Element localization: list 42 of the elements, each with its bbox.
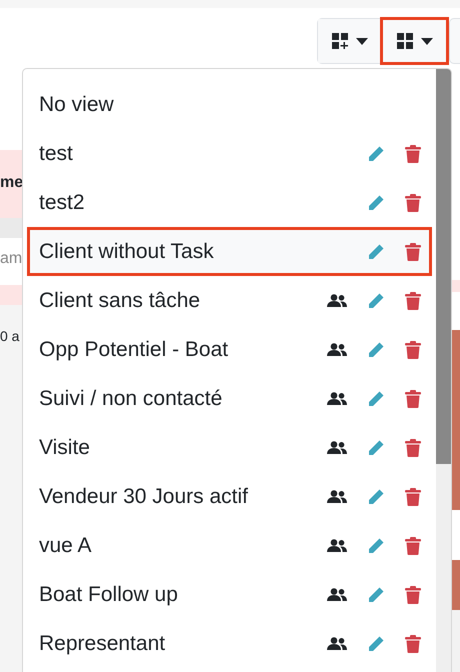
pencil-icon[interactable]	[367, 634, 385, 652]
pencil-icon[interactable]	[367, 390, 385, 408]
pencil-icon[interactable]	[367, 194, 385, 212]
trash-icon[interactable]	[405, 144, 421, 162]
pencil-icon[interactable]	[367, 536, 385, 554]
trash-icon[interactable]	[405, 488, 421, 506]
menu-item[interactable]: No view	[27, 80, 432, 129]
trash-icon[interactable]	[405, 390, 421, 408]
menu-item[interactable]: test	[27, 129, 432, 178]
caret-icon	[356, 38, 368, 44]
grid-icon	[397, 33, 413, 49]
pencil-icon[interactable]	[367, 144, 385, 162]
menu-item[interactable]: Visite	[27, 423, 432, 472]
pencil-icon[interactable]	[367, 488, 385, 506]
table-cell: am	[0, 250, 22, 268]
caret-icon	[421, 38, 433, 44]
trash-icon[interactable]	[405, 242, 421, 260]
pencil-icon[interactable]	[367, 242, 385, 260]
pencil-icon[interactable]	[367, 340, 385, 358]
trash-icon[interactable]	[405, 586, 421, 604]
scrollbar-thumb[interactable]	[436, 69, 451, 464]
menu-item[interactable]: test2	[27, 178, 432, 227]
trash-icon[interactable]	[405, 292, 421, 310]
trash-icon[interactable]	[405, 194, 421, 212]
menu-item[interactable]: Opp Potentiel - Boat	[27, 325, 432, 374]
pencil-icon[interactable]	[367, 438, 385, 456]
trash-icon[interactable]	[405, 438, 421, 456]
pencil-icon[interactable]	[367, 586, 385, 604]
view-dropdown-button[interactable]	[382, 19, 447, 63]
menu-item[interactable]: vue A	[27, 521, 432, 570]
grid-plus-icon	[332, 33, 348, 49]
pencil-icon[interactable]	[367, 292, 385, 310]
trash-icon[interactable]	[405, 634, 421, 652]
menu-item[interactable]: Vendeur 30 Jours actif	[27, 472, 432, 521]
table-cell-text: 0 a	[0, 328, 20, 344]
trash-icon[interactable]	[405, 340, 421, 358]
menu-item[interactable]: Representant	[27, 619, 432, 668]
menu-item[interactable]: Boat Follow up	[27, 570, 432, 619]
menu-item[interactable]: Client without Task	[27, 227, 432, 276]
menu-item[interactable]: Suivi / non contacté	[27, 374, 432, 423]
menu-item[interactable]: Client sans tâche	[27, 276, 432, 325]
trash-icon[interactable]	[405, 536, 421, 554]
